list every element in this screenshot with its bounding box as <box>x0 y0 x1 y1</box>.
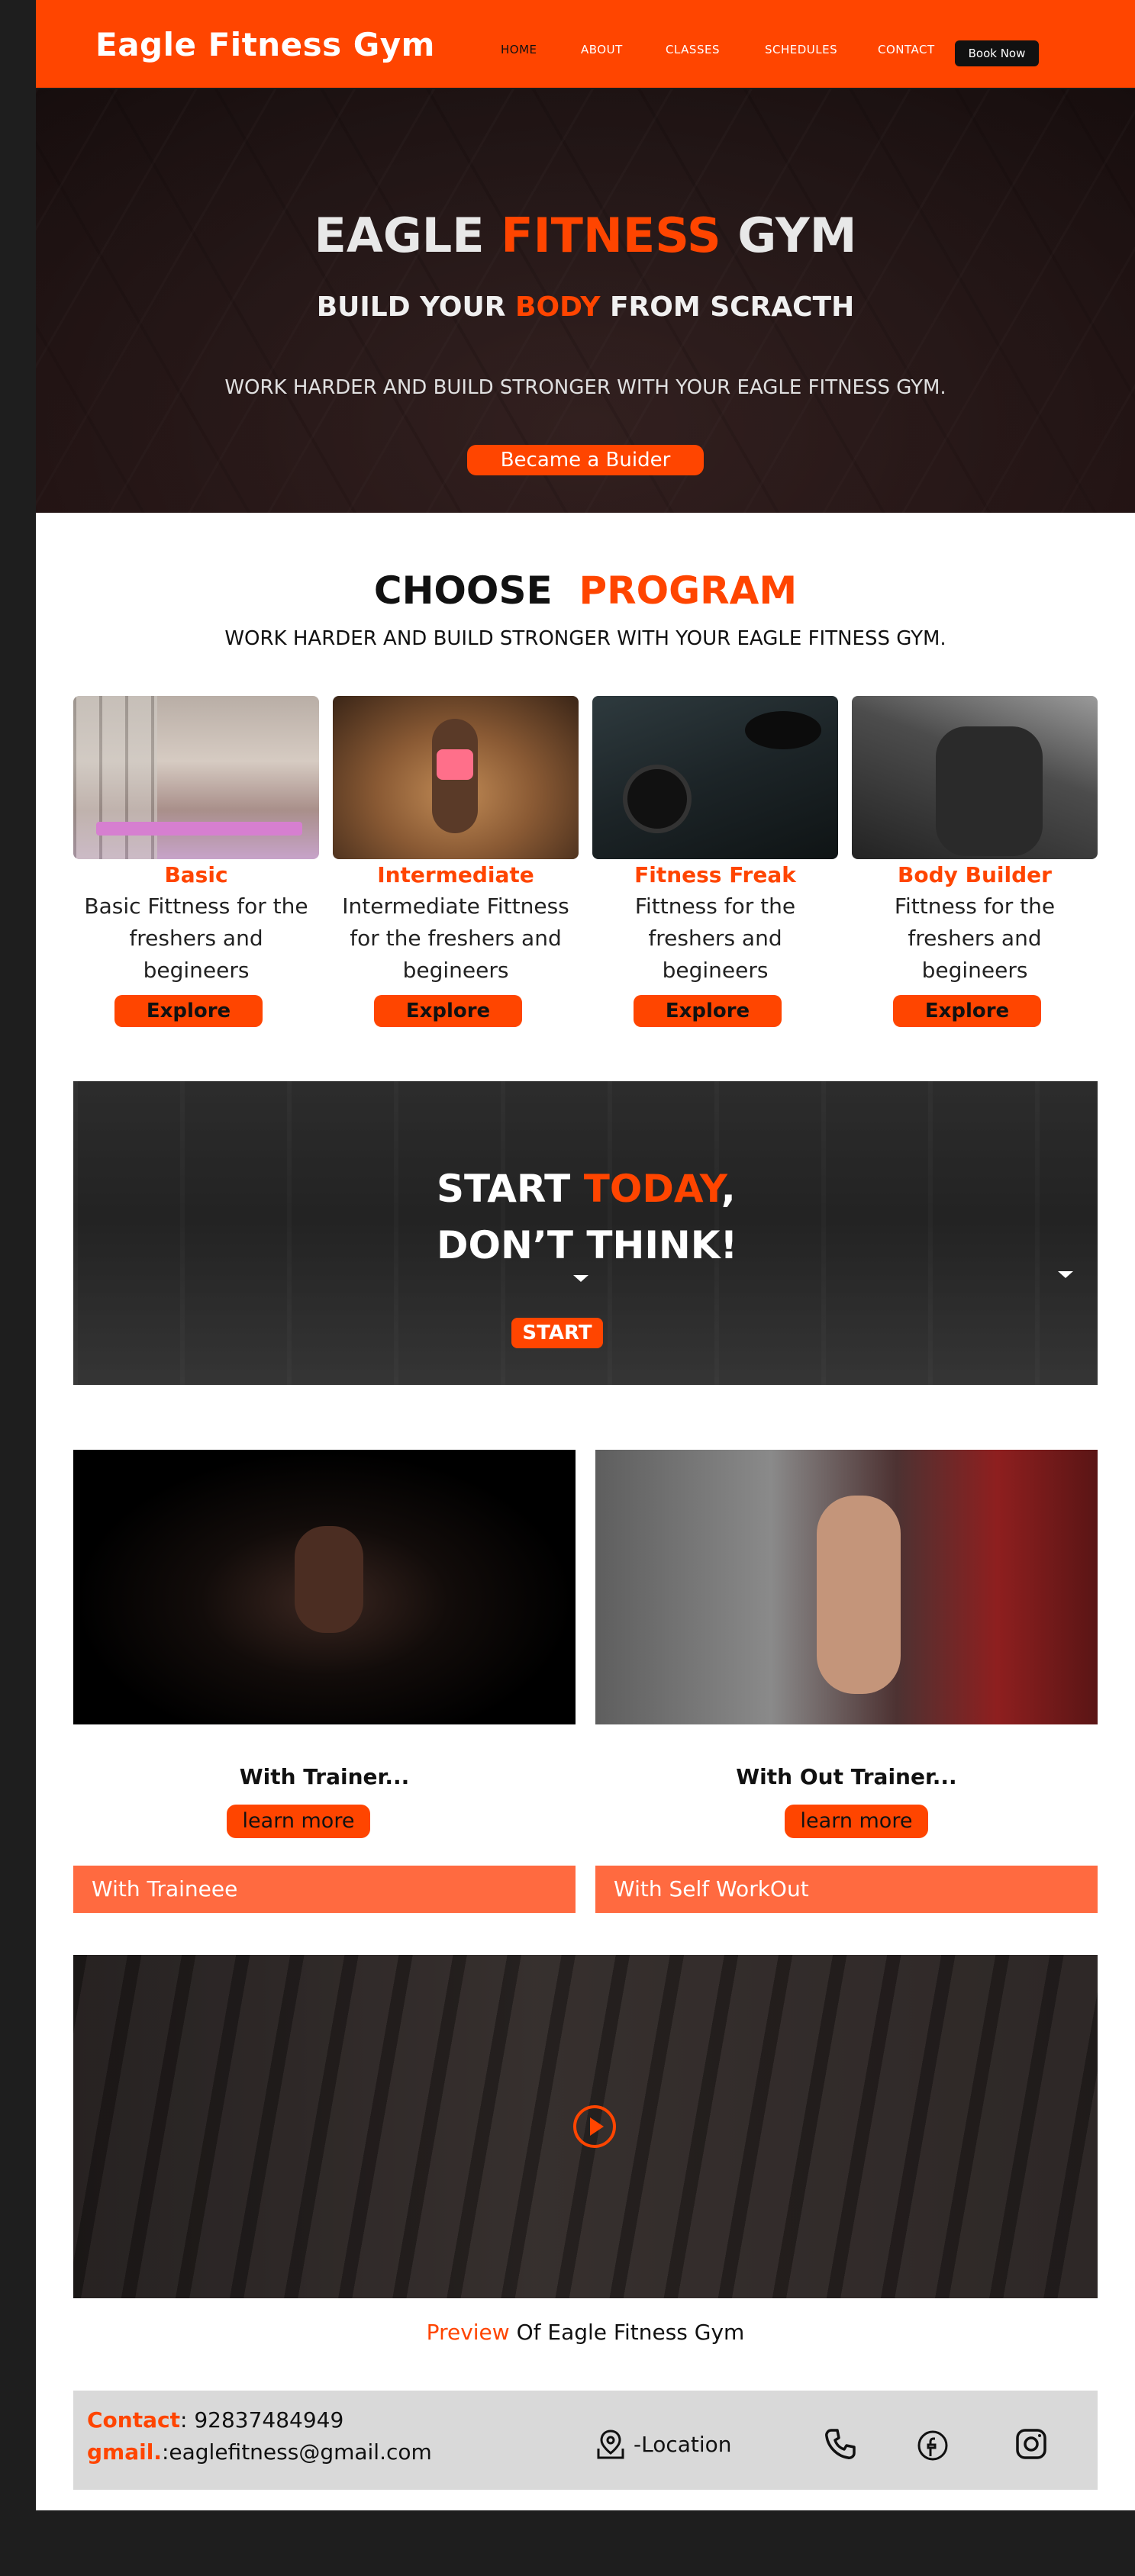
hero-subtitle-part: BUILD YOUR <box>316 291 506 323</box>
hero-subtitle-part: FROM SCRACTH <box>609 291 855 323</box>
became-builder-button[interactable]: Became a Buider <box>467 445 704 475</box>
location-link[interactable]: -Location <box>594 2427 732 2461</box>
card-image <box>333 696 579 859</box>
hero-title-part: GYM <box>737 208 857 263</box>
brand-logo-text[interactable]: Eagle Fitness Gym <box>95 26 435 63</box>
hero-tagline: WORK HARDER AND BUILD STRONGER WITH YOUR… <box>224 376 946 399</box>
hero-subtitle-accent: BODY <box>515 291 601 323</box>
yoga-mat <box>96 822 302 836</box>
caret-down-icon <box>1058 1271 1073 1278</box>
athlete-figure <box>295 1526 363 1633</box>
instagram-icon[interactable] <box>1013 2426 1050 2462</box>
program-card-body-builder: Body Builder Fittness for the freshers a… <box>852 696 1098 1032</box>
nav-about[interactable]: ABOUT <box>581 43 623 56</box>
play-icon[interactable] <box>572 2104 617 2149</box>
card-description: Fittness for the freshers and begineers <box>894 894 1056 983</box>
card-title: Body Builder <box>898 862 1052 887</box>
program-title: CHOOSE PROGRAM <box>36 568 1135 613</box>
program-card-fitness-freak: Fitness Freak Fittness for the freshers … <box>592 696 838 1032</box>
card-title: Fitness Freak <box>634 862 796 887</box>
gmail-key: gmail. <box>87 2439 162 2465</box>
hero-section: EAGLE FITNESS GYM BUILD YOUR BODY FROM S… <box>36 89 1135 513</box>
page: Eagle Fitness Gym HOME ABOUT CLASSES SCH… <box>36 0 1135 2510</box>
card-title: Basic <box>164 862 228 887</box>
card-description: Basic Fittness for the freshers and begi… <box>84 894 308 983</box>
barbell-plate <box>745 711 821 749</box>
card-description: Fittness for the freshers and begineers <box>634 894 796 983</box>
location-pin-icon <box>597 2429 624 2459</box>
start-today-banner: START TODAY, DON’T THINK! START <box>73 1081 1098 1385</box>
contact-footer: Contact: 92837484949 gmail.:eaglefitness… <box>73 2391 1098 2490</box>
without-trainer-label: With Out Trainer... <box>736 1764 957 1789</box>
location-text: -Location <box>634 2431 732 2457</box>
program-card-basic: Basic Basic Fittness for the freshers an… <box>73 696 319 1032</box>
dumbbell-figure <box>936 726 1043 856</box>
program-card-intermediate: Intermediate Intermediate Fittness for t… <box>333 696 579 1032</box>
self-workout-bar[interactable]: With Self WorkOut <box>595 1866 1098 1913</box>
hero-cta-wrap: Became a Buider <box>36 445 1135 475</box>
gmail-value[interactable]: :eaglefitness@gmail.com <box>162 2439 432 2465</box>
explore-button[interactable]: Explore <box>374 995 522 1027</box>
card-image <box>73 696 319 859</box>
explore-button[interactable]: Explore <box>114 995 263 1027</box>
contact-value: : 92837484949 <box>179 2407 344 2433</box>
with-trainer-image <box>73 1450 576 1724</box>
preview-accent: Preview <box>426 2320 510 2345</box>
banner-headline-2: DON’T THINK! <box>437 1223 738 1267</box>
card-image <box>852 696 1098 859</box>
nav-contact[interactable]: CONTACT <box>878 43 935 56</box>
nav-classes[interactable]: CLASSES <box>666 43 720 56</box>
caret-down-icon <box>573 1275 588 1282</box>
explore-button[interactable]: Explore <box>634 995 782 1027</box>
banner-headline-1: START TODAY, <box>437 1167 736 1211</box>
hero-title-part: EAGLE <box>314 208 485 263</box>
card-image <box>592 696 838 859</box>
banner-accent: TODAY <box>583 1167 721 1211</box>
card-description: Intermediate Fittness for the freshers a… <box>342 894 569 983</box>
athlete-figure <box>817 1496 901 1694</box>
with-trainee-bar[interactable]: With Traineee <box>73 1866 576 1913</box>
nav-schedules[interactable]: SCHEDULES <box>765 43 837 56</box>
phone-icon[interactable] <box>822 2426 859 2462</box>
facebook-icon[interactable] <box>916 2429 950 2462</box>
learn-more-self-button[interactable]: learn more <box>785 1805 928 1838</box>
card-title: Intermediate <box>377 862 534 887</box>
nav-home[interactable]: HOME <box>501 43 537 56</box>
program-title-accent: PROGRAM <box>579 568 798 613</box>
banner-text: , <box>721 1167 736 1211</box>
explore-button[interactable]: Explore <box>893 995 1041 1027</box>
preview-caption: Preview Of Eagle Fitness Gym <box>36 2320 1135 2345</box>
start-button[interactable]: START <box>511 1318 603 1348</box>
gym-preview-video[interactable] <box>73 1955 1098 2298</box>
program-tagline: WORK HARDER AND BUILD STRONGER WITH YOUR… <box>224 627 946 650</box>
hero-title: EAGLE FITNESS GYM <box>36 208 1135 263</box>
barbell-plate <box>623 765 692 833</box>
book-now-button[interactable]: Book Now <box>955 40 1039 66</box>
learn-more-trainer-button[interactable]: learn more <box>227 1805 370 1838</box>
contact-email: gmail.:eaglefitness@gmail.com <box>87 2439 432 2465</box>
person-top <box>437 749 473 780</box>
without-trainer-image <box>595 1450 1098 1724</box>
banner-text: START <box>437 1167 571 1211</box>
preview-text: Of Eagle Fitness Gym <box>516 2320 745 2345</box>
contact-key: Contact <box>87 2407 180 2433</box>
site-header: Eagle Fitness Gym HOME ABOUT CLASSES SCH… <box>36 0 1135 89</box>
hero-subtitle: BUILD YOUR BODY FROM SCRACTH <box>36 291 1135 323</box>
contact-phone: Contact: 92837484949 <box>87 2407 343 2433</box>
with-trainer-label: With Trainer... <box>239 1764 410 1789</box>
program-title-part: CHOOSE <box>373 568 553 613</box>
hero-title-accent: FITNESS <box>501 208 721 263</box>
